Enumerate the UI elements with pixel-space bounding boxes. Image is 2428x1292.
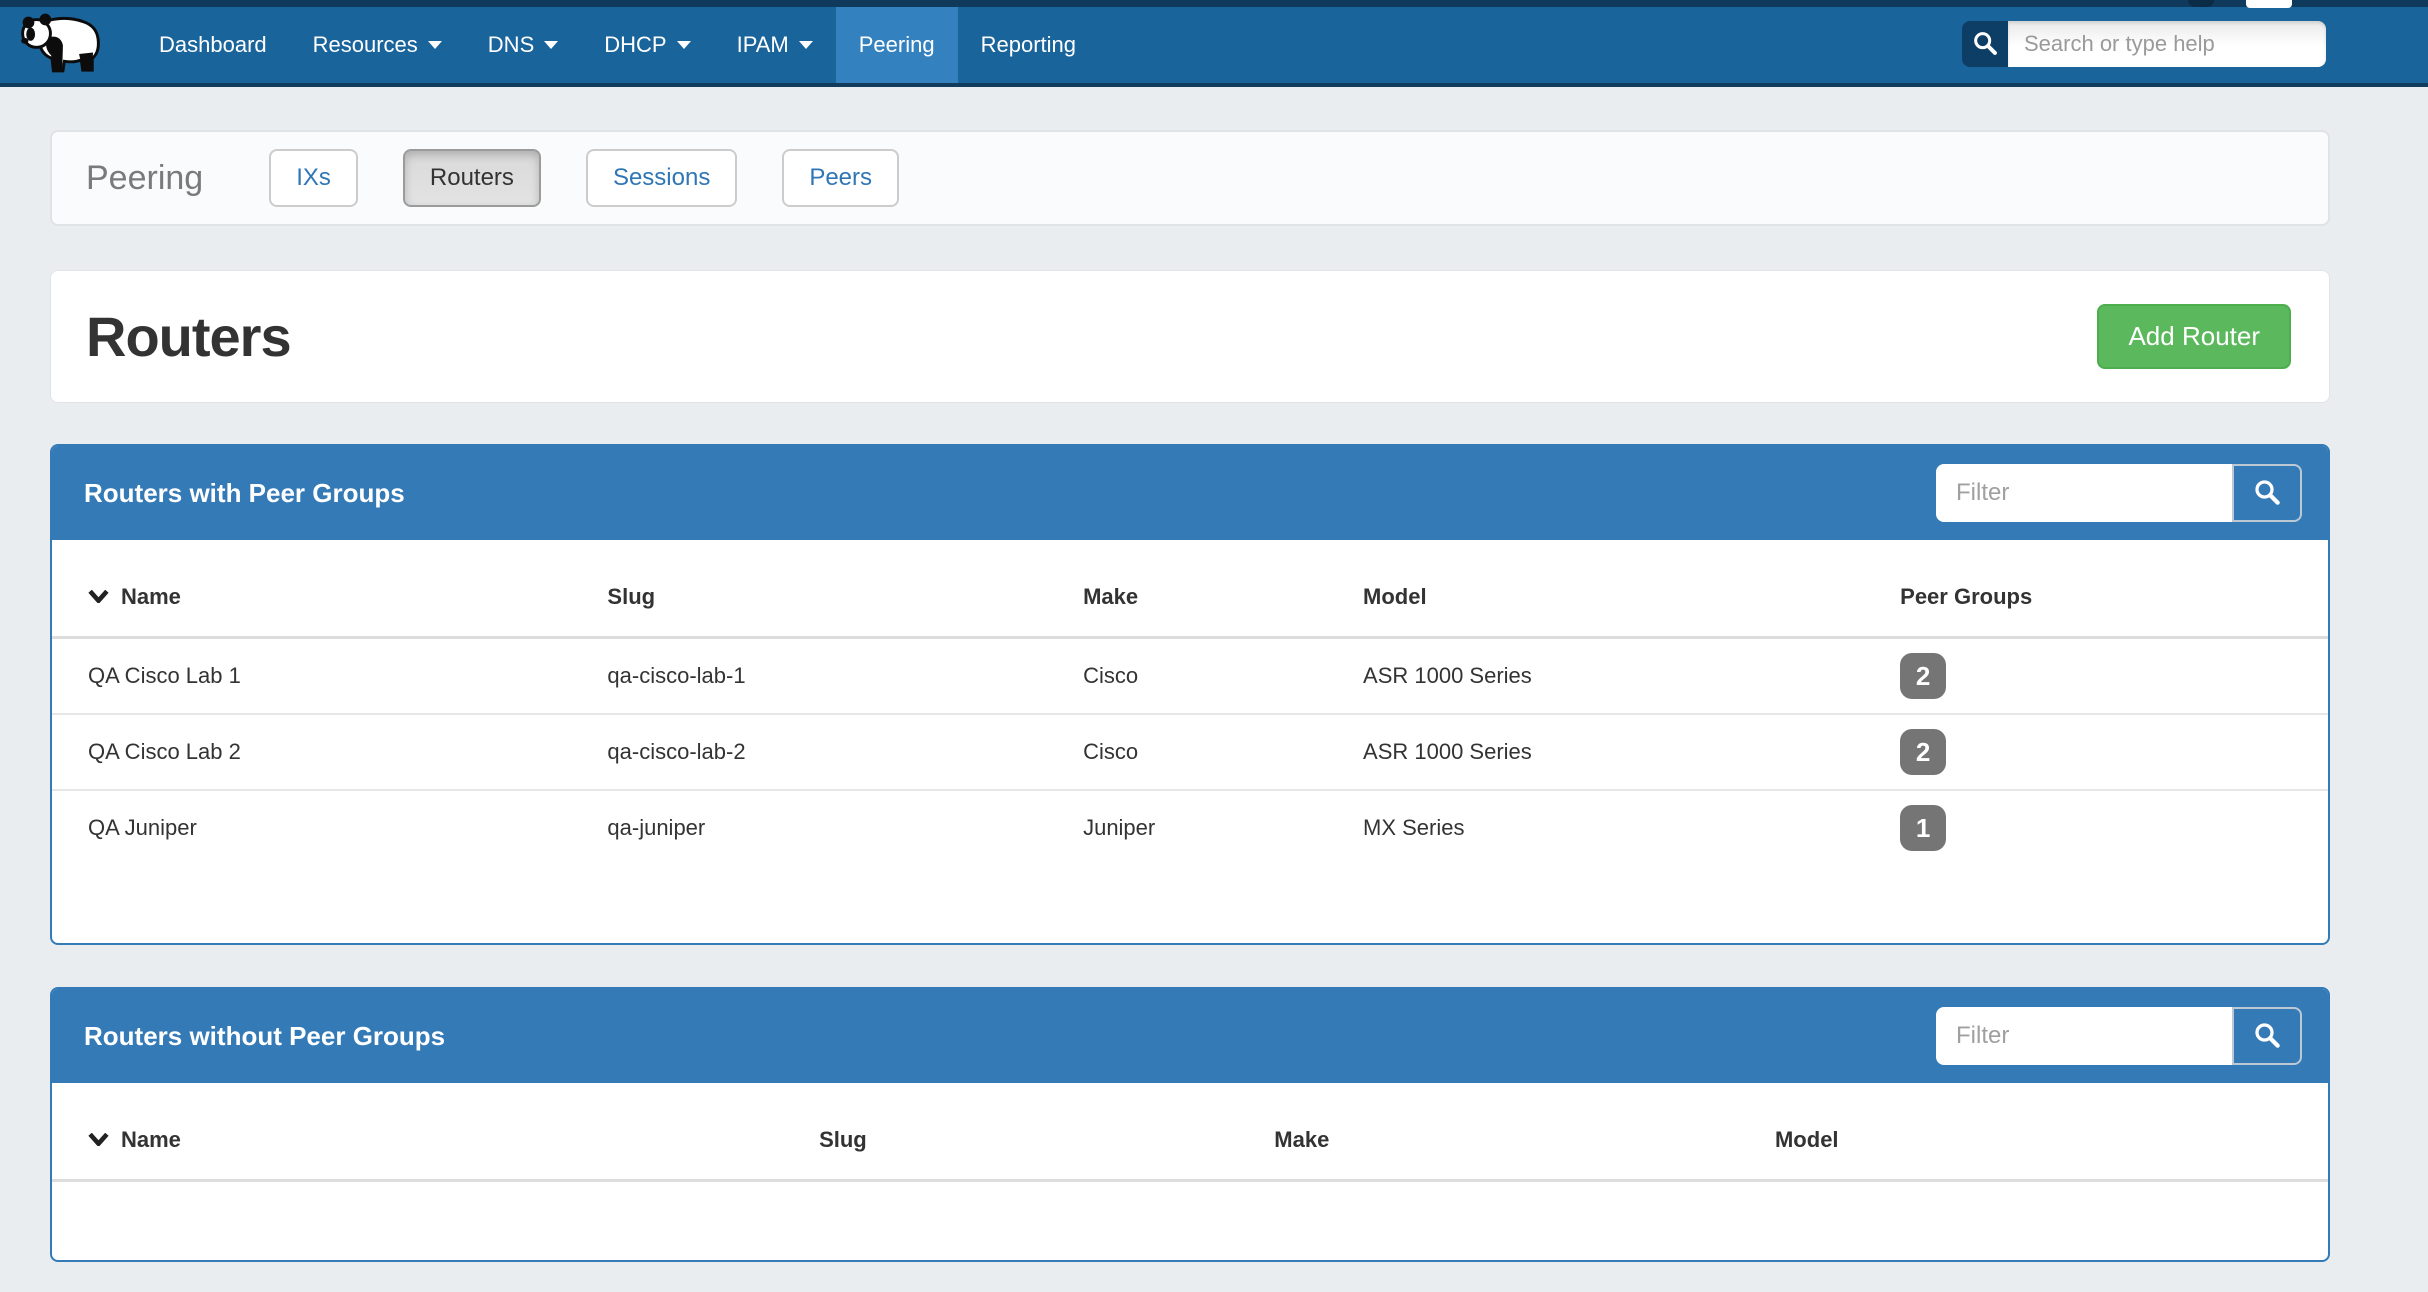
column-label: Make bbox=[1274, 1127, 1329, 1152]
nav-item-resources[interactable]: Resources bbox=[290, 7, 465, 83]
tab-sessions[interactable]: Sessions bbox=[586, 149, 737, 207]
peering-toolbar: Peering IXs Routers Sessions Peers bbox=[50, 130, 2330, 226]
nav-label: DNS bbox=[488, 32, 534, 58]
column-header-make[interactable]: Make bbox=[1067, 540, 1347, 638]
section-title: Peering bbox=[86, 159, 203, 198]
caret-down-icon bbox=[428, 41, 442, 49]
search-icon bbox=[2252, 477, 2282, 510]
column-label: Slug bbox=[819, 1127, 867, 1152]
routers-with-peer-groups-panel: Routers with Peer Groups bbox=[50, 444, 2330, 945]
router-name-cell[interactable]: QA Cisco Lab 1 bbox=[52, 638, 591, 715]
column-header-slug[interactable]: Slug bbox=[803, 1083, 1258, 1181]
nav-label: Resources bbox=[313, 32, 418, 58]
filter-group bbox=[1936, 1007, 2302, 1065]
search-icon bbox=[1971, 29, 1999, 60]
panel-header: Routers with Peer Groups bbox=[52, 446, 2328, 540]
filter-input[interactable] bbox=[1936, 1007, 2232, 1065]
panel-title: Routers without Peer Groups bbox=[84, 1021, 445, 1052]
router-model-cell: ASR 1000 Series bbox=[1347, 714, 1884, 790]
peer-groups-count-badge[interactable]: 1 bbox=[1900, 805, 1946, 851]
table-header-row: Name Slug Make Model bbox=[52, 1083, 2328, 1181]
nav-item-reporting[interactable]: Reporting bbox=[958, 7, 1099, 83]
page-title: Routers bbox=[86, 304, 291, 369]
table-row: QA Cisco Lab 2 qa-cisco-lab-2 Cisco ASR … bbox=[52, 714, 2328, 790]
global-search-input[interactable] bbox=[2008, 21, 2326, 67]
routers-with-peer-groups-table: Name Slug Make Model Peer Groups QA Cisc… bbox=[52, 540, 2328, 865]
nav-item-dhcp[interactable]: DHCP bbox=[581, 7, 713, 83]
column-header-slug[interactable]: Slug bbox=[591, 540, 1067, 638]
peer-groups-count-badge[interactable]: 2 bbox=[1900, 653, 1946, 699]
router-make-cell: Cisco bbox=[1067, 638, 1347, 715]
filter-search-button[interactable] bbox=[2232, 1007, 2302, 1065]
column-header-model[interactable]: Model bbox=[1347, 540, 1884, 638]
column-label: Model bbox=[1363, 584, 1427, 609]
table-header-row: Name Slug Make Model Peer Groups bbox=[52, 540, 2328, 638]
sort-chevron-down-icon bbox=[88, 1126, 109, 1152]
nav-item-ipam[interactable]: IPAM bbox=[714, 7, 836, 83]
global-search bbox=[1962, 21, 2326, 67]
peer-groups-count-badge[interactable]: 2 bbox=[1900, 729, 1946, 775]
column-header-make[interactable]: Make bbox=[1258, 1083, 1759, 1181]
tab-routers[interactable]: Routers bbox=[403, 149, 541, 207]
nav-item-dashboard[interactable]: Dashboard bbox=[136, 7, 290, 83]
column-header-model[interactable]: Model bbox=[1759, 1083, 2328, 1181]
routers-without-peer-groups-panel: Routers without Peer Groups bbox=[50, 987, 2330, 1262]
caret-down-icon bbox=[544, 41, 558, 49]
tab-peers[interactable]: Peers bbox=[782, 149, 899, 207]
global-search-button[interactable] bbox=[1962, 21, 2008, 67]
column-header-peer-groups[interactable]: Peer Groups bbox=[1884, 540, 2328, 638]
browser-chrome-artifact bbox=[2188, 0, 2214, 7]
search-icon bbox=[2252, 1020, 2282, 1053]
caret-down-icon bbox=[677, 41, 691, 49]
nav-item-peering[interactable]: Peering bbox=[836, 7, 958, 83]
filter-search-button[interactable] bbox=[2232, 464, 2302, 522]
router-peer-groups-cell: 2 bbox=[1884, 638, 2328, 715]
panel-header: Routers without Peer Groups bbox=[52, 989, 2328, 1083]
table-row: QA Cisco Lab 1 qa-cisco-lab-1 Cisco ASR … bbox=[52, 638, 2328, 715]
nav-item-dns[interactable]: DNS bbox=[465, 7, 581, 83]
nav-label: IPAM bbox=[737, 32, 789, 58]
navbar-top-strip bbox=[0, 0, 2428, 7]
page-header-card: Routers Add Router bbox=[50, 270, 2330, 403]
panda-logo-icon bbox=[16, 10, 104, 81]
column-label: Peer Groups bbox=[1900, 584, 2032, 609]
column-label: Model bbox=[1775, 1127, 1839, 1152]
router-slug-cell: qa-cisco-lab-2 bbox=[591, 714, 1067, 790]
routers-without-peer-groups-table: Name Slug Make Model bbox=[52, 1083, 2328, 1182]
router-name-cell[interactable]: QA Cisco Lab 2 bbox=[52, 714, 591, 790]
nav-label: Peering bbox=[859, 32, 935, 58]
column-label: Slug bbox=[607, 584, 655, 609]
tab-ixs[interactable]: IXs bbox=[269, 149, 358, 207]
app-logo[interactable] bbox=[0, 7, 120, 83]
router-make-cell: Juniper bbox=[1067, 790, 1347, 865]
column-header-name[interactable]: Name bbox=[52, 540, 591, 638]
main-nav: Dashboard Resources DNS DHCP IPAM Peerin… bbox=[136, 7, 1099, 83]
browser-tab-artifact bbox=[2246, 0, 2292, 8]
column-label: Name bbox=[121, 584, 181, 609]
nav-label: DHCP bbox=[604, 32, 666, 58]
column-header-name[interactable]: Name bbox=[52, 1083, 803, 1181]
table-row: QA Juniper qa-juniper Juniper MX Series … bbox=[52, 790, 2328, 865]
router-peer-groups-cell: 2 bbox=[1884, 714, 2328, 790]
panel-body-spacer bbox=[52, 1182, 2328, 1260]
filter-input[interactable] bbox=[1936, 464, 2232, 522]
router-peer-groups-cell: 1 bbox=[1884, 790, 2328, 865]
nav-label: Dashboard bbox=[159, 32, 267, 58]
router-model-cell: MX Series bbox=[1347, 790, 1884, 865]
panel-body-spacer bbox=[52, 865, 2328, 943]
column-label: Name bbox=[121, 1127, 181, 1152]
router-model-cell: ASR 1000 Series bbox=[1347, 638, 1884, 715]
add-router-button[interactable]: Add Router bbox=[2097, 304, 2291, 369]
caret-down-icon bbox=[799, 41, 813, 49]
nav-label: Reporting bbox=[981, 32, 1076, 58]
router-slug-cell: qa-juniper bbox=[591, 790, 1067, 865]
top-navbar: Dashboard Resources DNS DHCP IPAM Peerin… bbox=[0, 0, 2428, 87]
panel-title: Routers with Peer Groups bbox=[84, 478, 405, 509]
router-make-cell: Cisco bbox=[1067, 714, 1347, 790]
column-label: Make bbox=[1083, 584, 1138, 609]
filter-group bbox=[1936, 464, 2302, 522]
router-slug-cell: qa-cisco-lab-1 bbox=[591, 638, 1067, 715]
router-name-cell[interactable]: QA Juniper bbox=[52, 790, 591, 865]
sort-chevron-down-icon bbox=[88, 583, 109, 609]
